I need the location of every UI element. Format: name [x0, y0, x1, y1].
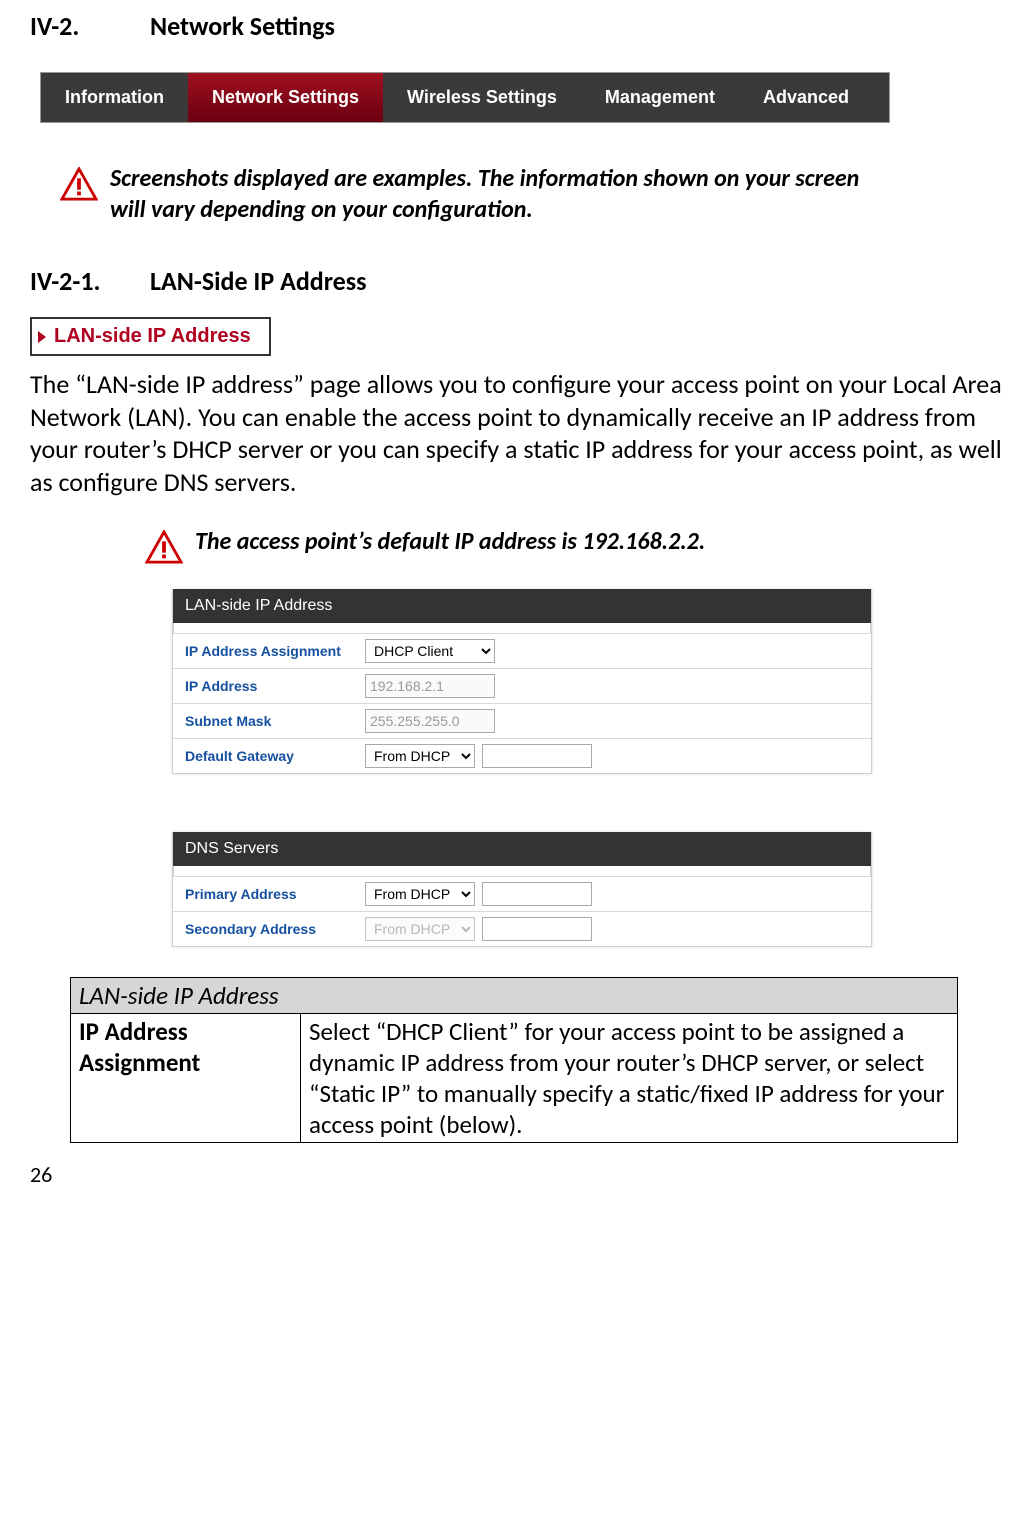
nav-tabs: Information Network Settings Wireless Se… [40, 72, 890, 123]
table-header: LAN-side IP Address [71, 978, 958, 1014]
row-subnet-mask: Subnet Mask [173, 703, 871, 738]
menu-item-label: LAN-side IP Address [54, 325, 251, 348]
subsection-heading: IV-2-1.LAN-Side IP Address [30, 265, 1014, 297]
subnet-mask-input[interactable] [365, 709, 495, 733]
row-description: Select “DHCP Client” for your access poi… [301, 1014, 958, 1143]
ip-assignment-select[interactable]: DHCP Client [365, 639, 495, 663]
warning-note: Screenshots displayed are examples. The … [60, 163, 890, 225]
tab-network-settings[interactable]: Network Settings [188, 73, 383, 122]
tab-information[interactable]: Information [41, 73, 188, 122]
default-gateway-select[interactable]: From DHCP [365, 744, 475, 768]
panel-header: DNS Servers [173, 832, 871, 866]
page-number: 26 [30, 1161, 1014, 1188]
secondary-dns-input[interactable] [482, 917, 592, 941]
section-number: IV-2. [30, 10, 150, 42]
row-primary-dns: Primary Address From DHCP [173, 876, 871, 911]
row-default-gateway: Default Gateway From DHCP [173, 738, 871, 773]
default-gateway-input[interactable] [482, 744, 592, 768]
warning-text: Screenshots displayed are examples. The … [110, 163, 890, 225]
row-ip-address: IP Address [173, 668, 871, 703]
body-paragraph: The “LAN-side IP address” page allows yo… [30, 368, 1014, 498]
warning-icon [60, 167, 98, 201]
table-row: IP Address Assignment Select “DHCP Clien… [71, 1014, 958, 1143]
subsection-title: LAN-Side IP Address [150, 265, 367, 297]
chevron-right-icon [38, 331, 46, 343]
field-label: IP Address Assignment [185, 643, 365, 659]
secondary-dns-select[interactable]: From DHCP [365, 917, 475, 941]
row-label: IP Address Assignment [71, 1014, 301, 1143]
field-label: Primary Address [185, 886, 365, 902]
tab-advanced[interactable]: Advanced [739, 73, 873, 122]
row-secondary-dns: Secondary Address From DHCP [173, 911, 871, 946]
warning-icon [145, 530, 183, 564]
field-label: IP Address [185, 678, 365, 694]
primary-dns-select[interactable]: From DHCP [365, 882, 475, 906]
field-label: Secondary Address [185, 921, 365, 937]
subsection-number: IV-2-1. [30, 265, 150, 297]
field-label: Default Gateway [185, 748, 365, 764]
tab-wireless-settings[interactable]: Wireless Settings [383, 73, 581, 122]
section-heading: IV-2.Network Settings [30, 10, 1014, 42]
ip-address-input[interactable] [365, 674, 495, 698]
warning-note: The access point’s default IP address is… [145, 526, 975, 564]
description-table: LAN-side IP Address IP Address Assignmen… [70, 977, 958, 1143]
row-ip-assignment: IP Address Assignment DHCP Client [173, 633, 871, 668]
config-panel-dns: DNS Servers Primary Address From DHCP Se… [172, 832, 872, 947]
tab-management[interactable]: Management [581, 73, 739, 122]
panel-header: LAN-side IP Address [173, 589, 871, 623]
section-title: Network Settings [150, 10, 335, 42]
config-panel-lan-ip: LAN-side IP Address IP Address Assignmen… [172, 589, 872, 774]
primary-dns-input[interactable] [482, 882, 592, 906]
field-label: Subnet Mask [185, 713, 365, 729]
menu-item-lan-side-ip[interactable]: LAN-side IP Address [30, 317, 271, 356]
warning-text: The access point’s default IP address is… [195, 526, 705, 557]
